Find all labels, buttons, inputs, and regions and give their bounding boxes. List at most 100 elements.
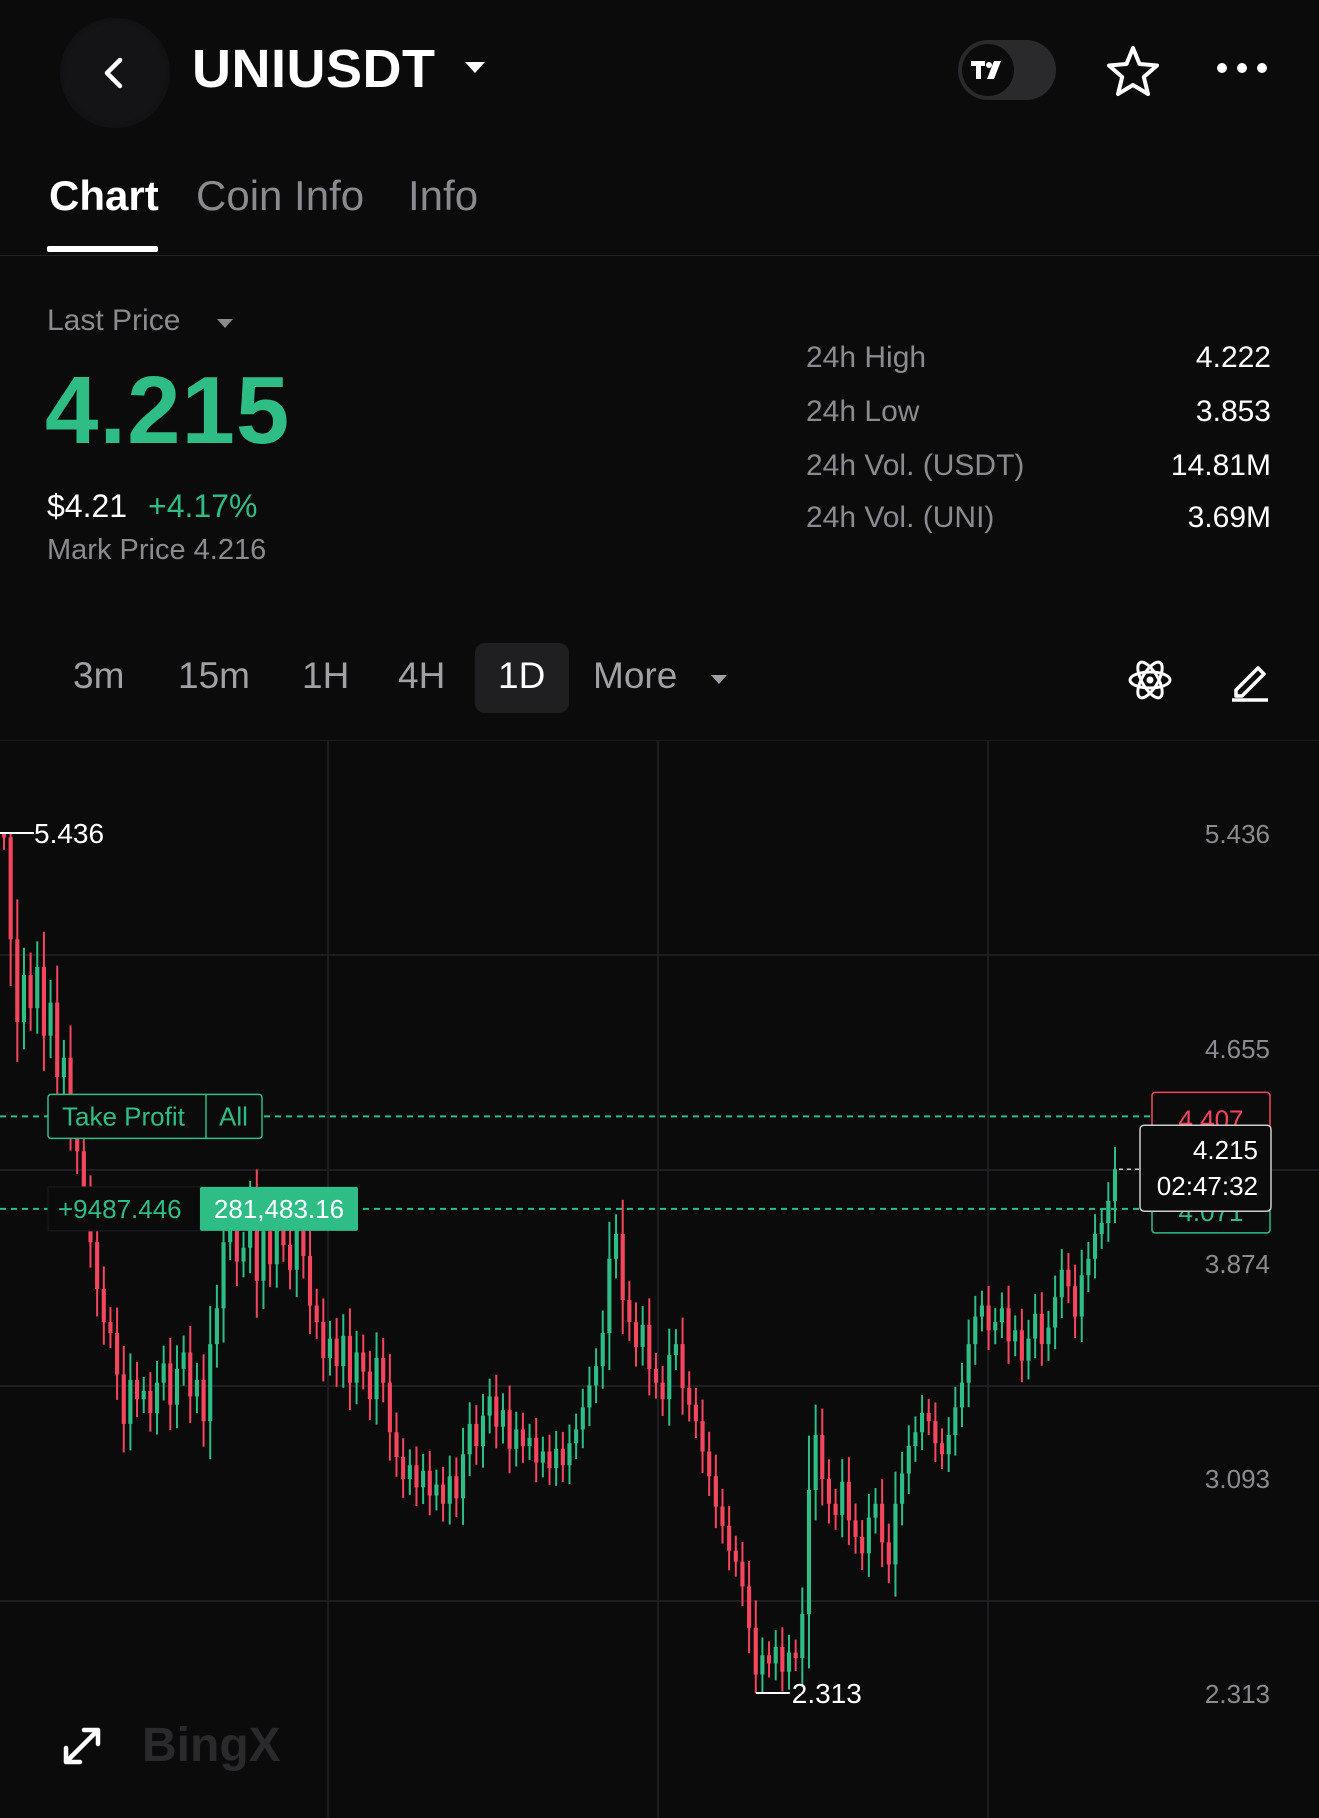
candle-body (1046, 1327, 1051, 1345)
candle-body (667, 1355, 672, 1400)
candle-body (208, 1344, 213, 1422)
candle-body (554, 1448, 559, 1469)
usd-price: $4.21 (47, 488, 128, 524)
caret-down-icon[interactable] (214, 316, 236, 330)
candle-body (687, 1388, 692, 1405)
draw-tool-icon[interactable] (1228, 658, 1272, 702)
y-tick-label: 3.874 (1205, 1249, 1270, 1279)
candle-body (174, 1368, 180, 1405)
expand-icon-path (63, 1727, 101, 1765)
tab-chart[interactable]: Chart (49, 172, 159, 220)
candle-body (281, 1228, 286, 1245)
candle-body (986, 1305, 991, 1331)
candle-body (973, 1316, 978, 1345)
candle-body (993, 1322, 998, 1331)
interval-3m[interactable]: 3m (73, 655, 124, 697)
interval-more[interactable]: More (593, 655, 677, 697)
candle-body (181, 1352, 186, 1369)
interval-15m[interactable]: 15m (178, 655, 250, 697)
last-price-value: 4.215 (45, 357, 291, 464)
stat-24h-vol-usdt-label: 24h Vol. (USDT) (806, 449, 1025, 482)
tradingview-logo-icon (962, 44, 1014, 96)
candle-body (341, 1335, 346, 1367)
candle-body (1019, 1330, 1024, 1361)
candle-body (540, 1451, 545, 1463)
star-icon[interactable] (1103, 44, 1163, 100)
candle-body (261, 1231, 266, 1281)
candle-body (1106, 1200, 1111, 1223)
candle-body (48, 1002, 53, 1036)
tradingview-toggle[interactable] (958, 40, 1056, 100)
candle-body (520, 1429, 525, 1446)
interval-1h[interactable]: 1H (302, 655, 349, 697)
stat-24h-vol-uni-value: 3.69M (1187, 501, 1271, 534)
candlestick-chart[interactable]: 5.4362.313Take Profit All 4.407+9487.446 28… (0, 741, 1319, 1818)
tab-coin-info[interactable]: Coin Info (196, 172, 364, 220)
more-options-icon[interactable] (1216, 60, 1268, 76)
candle-body (873, 1503, 878, 1518)
candle-body (653, 1368, 659, 1383)
candle-body (35, 966, 40, 1009)
candle-body (953, 1407, 958, 1435)
candle-body (480, 1415, 486, 1446)
candle-body (600, 1333, 605, 1367)
candle-body (1006, 1308, 1011, 1342)
price-chart[interactable]: 5.436 2.313 Take Profit All 4.407 +9487.446 28… (0, 740, 1319, 1818)
candle-body (979, 1305, 985, 1317)
take-profit-scope: All (219, 1101, 248, 1131)
candle-body (1112, 1169, 1118, 1201)
stat-24h-vol-usdt-value: 14.81M (1170, 449, 1271, 482)
caret-down-icon[interactable] (709, 672, 729, 686)
candle-body (534, 1437, 539, 1463)
candle-body (1092, 1233, 1098, 1259)
candle-body (434, 1484, 439, 1496)
candle-body (727, 1525, 732, 1551)
candle-body (587, 1385, 592, 1408)
candle-body (494, 1396, 499, 1427)
mark-price: Mark Price 4.216 (47, 534, 267, 566)
candle-body (21, 975, 27, 1022)
interval-1d[interactable]: 1D (498, 655, 545, 697)
candle-body (820, 1434, 825, 1480)
candle-body (221, 1242, 226, 1309)
candle-body (627, 1300, 632, 1323)
candle-body (840, 1481, 845, 1515)
candle-body (401, 1457, 406, 1480)
candle-body (128, 1379, 133, 1424)
candle-body (314, 1305, 319, 1323)
last-price-label[interactable]: Last Price (47, 304, 180, 338)
tab-info[interactable]: Info (408, 172, 478, 220)
back-button[interactable] (60, 18, 170, 128)
candle-body (647, 1324, 652, 1369)
candle-body (707, 1451, 712, 1477)
candle-body (527, 1437, 532, 1446)
high-marker-label: 5.436 (34, 818, 104, 849)
tab-bar: Chart Coin Info Info (0, 160, 1319, 256)
position-pnl: +9487.446 (58, 1194, 182, 1224)
candle-body (939, 1443, 945, 1455)
top-bar: UNIUSDT (0, 0, 1319, 145)
bingx-watermark: BingX (142, 1719, 281, 1772)
candle-body (866, 1517, 871, 1554)
expand-icon[interactable] (63, 1727, 101, 1765)
candle-body (594, 1366, 599, 1386)
y-tick-label: 5.436 (1205, 819, 1270, 849)
candle-body (640, 1324, 645, 1347)
candle-body (134, 1379, 140, 1400)
caret-down-icon[interactable] (462, 58, 488, 76)
candle-body (467, 1423, 472, 1455)
candle-body (673, 1344, 678, 1356)
candle-body (946, 1434, 951, 1455)
candle-body (441, 1484, 446, 1504)
candle-body (853, 1520, 858, 1537)
candle-body (846, 1481, 851, 1521)
candle-body (580, 1407, 585, 1430)
candle-body (141, 1390, 146, 1400)
ai-indicator-icon[interactable] (1128, 658, 1172, 702)
candle-body (108, 1322, 113, 1334)
candle-body (268, 1231, 273, 1265)
symbol-title[interactable]: UNIUSDT (192, 38, 436, 100)
chart-grid (0, 741, 1319, 1818)
interval-4h[interactable]: 4H (398, 655, 445, 697)
candle-body (620, 1233, 625, 1301)
